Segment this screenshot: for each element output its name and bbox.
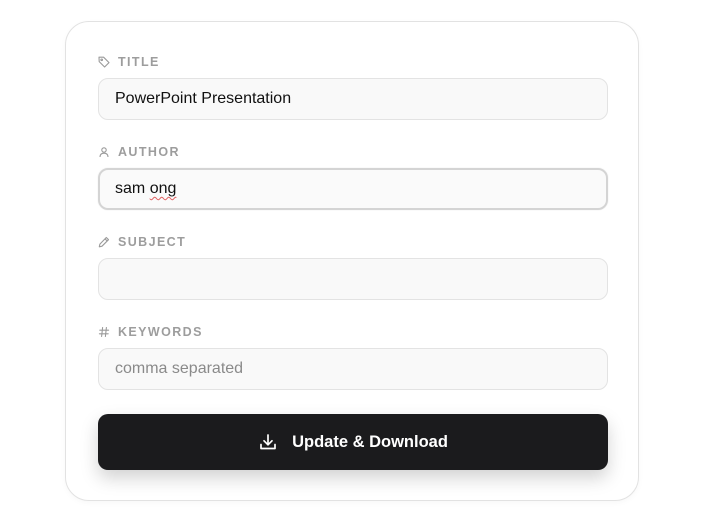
tag-icon bbox=[98, 56, 110, 68]
update-download-label: Update & Download bbox=[292, 432, 448, 451]
download-icon bbox=[258, 432, 278, 452]
keywords-input[interactable]: comma separated bbox=[98, 348, 608, 390]
author-input[interactable]: sam ong bbox=[98, 168, 608, 210]
author-input-value: sam ong bbox=[115, 180, 176, 198]
update-download-button[interactable]: Update & Download bbox=[98, 414, 608, 470]
subject-label: SUBJECT bbox=[118, 235, 187, 249]
title-input[interactable]: PowerPoint Presentation bbox=[98, 78, 608, 120]
subject-label-row: SUBJECT bbox=[98, 235, 608, 249]
author-label: AUTHOR bbox=[118, 145, 180, 159]
user-icon bbox=[98, 146, 110, 158]
title-label: TITLE bbox=[118, 55, 160, 69]
author-field: AUTHOR sam ong bbox=[98, 145, 608, 210]
title-input-value: PowerPoint Presentation bbox=[115, 90, 292, 107]
keywords-field: KEYWORDS comma separated bbox=[98, 325, 608, 390]
metadata-card: TITLE PowerPoint Presentation AUTHOR sam… bbox=[65, 21, 639, 501]
keywords-label: KEYWORDS bbox=[118, 325, 203, 339]
pencil-icon bbox=[98, 236, 110, 248]
title-field: TITLE PowerPoint Presentation bbox=[98, 55, 608, 120]
keywords-placeholder: comma separated bbox=[115, 360, 244, 377]
title-label-row: TITLE bbox=[98, 55, 608, 69]
author-value-word2: ong bbox=[149, 180, 177, 197]
author-label-row: AUTHOR bbox=[98, 145, 608, 159]
hash-icon bbox=[98, 326, 110, 338]
author-value-word1: sam bbox=[115, 180, 146, 197]
keywords-label-row: KEYWORDS bbox=[98, 325, 608, 339]
subject-field: SUBJECT bbox=[98, 235, 608, 300]
subject-input[interactable] bbox=[98, 258, 608, 300]
